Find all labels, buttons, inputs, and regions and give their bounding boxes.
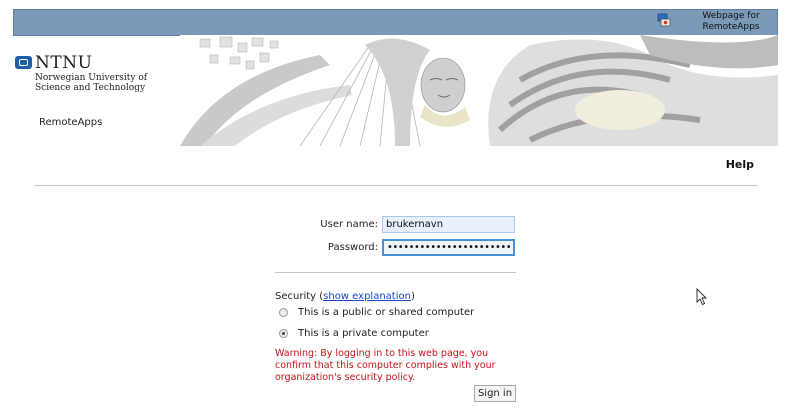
- divider-middle: [275, 272, 516, 273]
- remote-desktop-icon: [657, 13, 671, 27]
- ntnu-logo-icon: [15, 56, 32, 69]
- username-label: User name:: [320, 219, 378, 230]
- window-title-line1: Webpage for: [702, 11, 760, 21]
- security-label: Security (: [275, 291, 324, 302]
- radio-private-computer[interactable]: This is a private computer: [279, 328, 429, 339]
- divider-top: [34, 185, 758, 186]
- security-warning: Warning: By logging in to this web page,…: [275, 348, 496, 383]
- password-label: Password:: [327, 242, 378, 253]
- radio-button-checked[interactable]: [279, 329, 288, 338]
- window-title-line2: RemoteApps: [702, 22, 760, 32]
- show-explanation-link[interactable]: show explanation: [323, 291, 411, 302]
- radio-label-public: This is a public or shared computer: [298, 307, 475, 318]
- banner-image: [180, 35, 778, 146]
- brand-name: NTNU: [35, 53, 93, 73]
- security-label-close: ): [410, 291, 415, 302]
- username-input[interactable]: [382, 216, 515, 233]
- radio-public-computer[interactable]: This is a public or shared computer: [279, 307, 474, 318]
- sign-in-button[interactable]: Sign in: [474, 385, 516, 402]
- window-title: Webpage for RemoteApps: [691, 11, 771, 33]
- help-link[interactable]: Help: [726, 158, 754, 171]
- title-bar: Webpage for RemoteApps: [13, 9, 778, 36]
- password-input[interactable]: [382, 239, 515, 256]
- security-heading: Security (show explanation): [275, 291, 415, 302]
- brand-subtitle: Norwegian University of Science and Tech…: [35, 73, 148, 93]
- mouse-cursor-icon: [696, 288, 708, 306]
- radio-button-unchecked[interactable]: [279, 308, 288, 317]
- app-label: RemoteApps: [39, 117, 103, 128]
- radio-label-private: This is a private computer: [298, 328, 429, 339]
